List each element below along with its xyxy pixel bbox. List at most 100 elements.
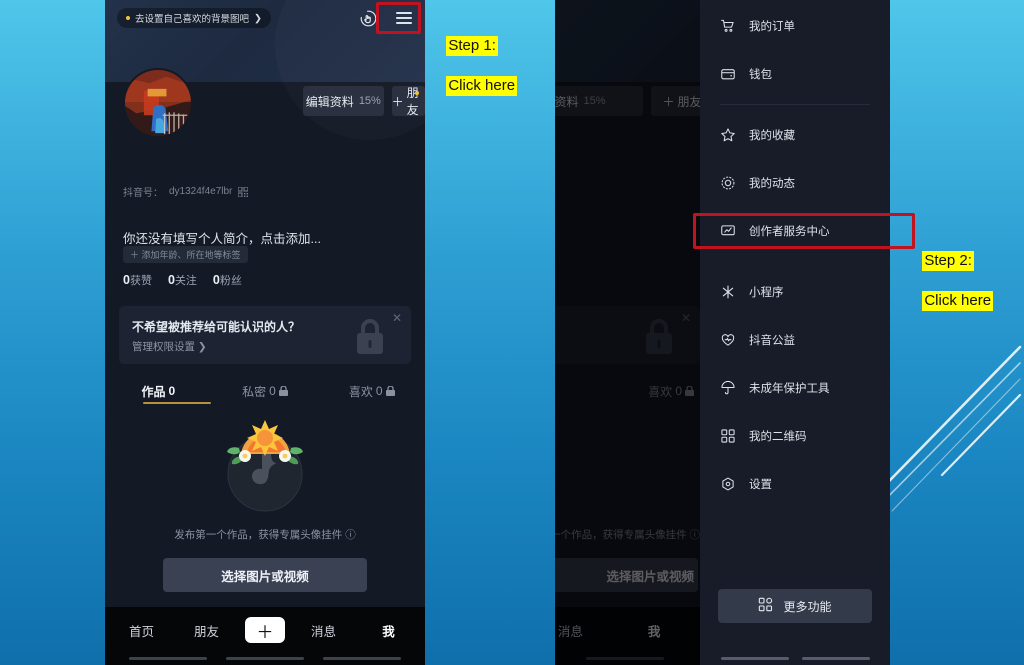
miniapp-icon <box>720 284 736 300</box>
tab-private[interactable]: 私密 0 <box>212 378 319 404</box>
chevron-right-icon: ❯ <box>254 12 262 24</box>
step2-line2: Click here <box>922 291 994 311</box>
tabbar-friends[interactable]: 朋友 <box>174 621 239 652</box>
profile-action-buttons: 编辑资料 15% ＋ 朋友 <box>105 86 425 117</box>
tab-active-indicator <box>143 402 211 404</box>
menu-item-label: 我的二维码 <box>749 431 807 443</box>
privacy-banner: 不希望被推荐给可能认识的人？ 管理权限设置 ❯ ✕ <box>119 306 411 364</box>
profile-stats: 0获赞 0关注 0粉丝 <box>123 272 242 288</box>
stat-following-value: 0 <box>167 273 175 287</box>
monitor-icon <box>720 223 736 239</box>
stat-likes-label: 获赞 <box>129 275 152 287</box>
menu-item-label: 小程序 <box>749 287 784 299</box>
menu-item-label: 未成年保护工具 <box>749 383 830 395</box>
add-friend-button[interactable]: ＋ 朋友 <box>391 86 425 117</box>
stat-followers-value: 0 <box>212 273 220 287</box>
more-features-wrapper: 更多功能 <box>718 589 872 623</box>
qrcode-icon <box>720 428 736 444</box>
hand-pointer-icon[interactable] <box>357 7 379 29</box>
step2-annotation: Step 2: Click here <box>914 231 994 311</box>
star-icon <box>720 127 736 143</box>
stat-followers-label: 粉丝 <box>219 275 242 287</box>
menu-item-creator-service-center[interactable]: 创作者服务中心 <box>700 207 890 255</box>
tabbar-me[interactable]: 我 <box>356 621 421 652</box>
menu-item-label: 抖音公益 <box>749 335 795 347</box>
more-features-label: 更多功能 <box>783 599 832 614</box>
lock-icon <box>385 386 395 396</box>
menu-item-minor-protection[interactable]: 未成年保护工具 <box>700 364 890 412</box>
tab-liked-label: 喜欢 <box>348 384 373 399</box>
chip-dot-icon <box>126 16 130 20</box>
privacy-banner-link-label: 管理权限设置 <box>132 341 195 353</box>
chevron-right-icon: ❯ <box>197 341 207 353</box>
side-drawer-menu: 我的订单 钱包 我的收藏 我的动态 创作者服务中心 小程序 抖音公益 未成年保护… <box>700 0 890 665</box>
tabbar-messages[interactable]: 消息 <box>291 621 356 652</box>
stat-likes[interactable]: 0获赞 <box>123 272 152 288</box>
tab-works-count: 0 <box>168 384 176 398</box>
close-icon[interactable]: ✕ <box>392 311 402 325</box>
menu-item-douyin-charity[interactable]: 抖音公益 <box>700 316 890 364</box>
menu-item-my-activity[interactable]: 我的动态 <box>700 159 890 207</box>
add-friend-label: 朋友 <box>406 86 419 117</box>
tab-liked-count: 0 <box>375 384 383 398</box>
bio-placeholder[interactable]: 你还没有填写个人简介，点击添加... <box>123 228 321 247</box>
douyin-id-value: dy1324f4e7lbr <box>169 186 233 197</box>
lock-icon <box>278 386 288 396</box>
set-background-chip[interactable]: 去设置自己喜欢的背景图吧 ❯ <box>117 8 271 28</box>
empty-state-text: 发布第一个作品，获得专属头像挂件 ⓘ <box>174 529 356 541</box>
stat-likes-value: 0 <box>123 273 130 287</box>
menu-item-label: 设置 <box>749 479 772 491</box>
privacy-banner-link[interactable]: 管理权限设置 ❯ <box>132 339 207 354</box>
cart-icon <box>720 18 736 34</box>
lock-icon <box>357 319 383 354</box>
tabbar-home[interactable]: 首页 <box>109 621 174 652</box>
stat-following-label: 关注 <box>174 275 197 287</box>
menu-item-settings[interactable]: 设置 <box>700 460 890 508</box>
edit-profile-button[interactable]: 编辑资料 15% <box>303 86 384 116</box>
menu-item-label: 我的动态 <box>749 178 795 190</box>
add-tags-button[interactable]: ＋ 添加年龄、所在地等标签 <box>123 246 248 263</box>
tab-private-label: 私密 <box>242 384 267 399</box>
empty-state-illustration <box>227 420 303 512</box>
heart-icon <box>720 332 736 348</box>
settings-icon <box>720 476 736 492</box>
wallet-icon <box>720 66 736 82</box>
bottom-tabbar: 首页 朋友 ＋ 消息 我 <box>105 607 425 665</box>
step1-line1: Step 1: <box>446 36 498 56</box>
menu-item-my-qr-code[interactable]: 我的二维码 <box>700 412 890 460</box>
cover-action-icons <box>357 7 415 29</box>
tab-liked[interactable]: 喜欢 0 <box>318 378 425 404</box>
content-tabs: 作品 0 私密 0 喜欢 0 <box>105 378 425 404</box>
menu-item-wallet[interactable]: 钱包 <box>700 50 890 98</box>
menu-item-my-orders[interactable]: 我的订单 <box>700 2 890 50</box>
douyin-id-row[interactable]: 抖音号： dy1324f4e7lbr <box>123 184 249 199</box>
menu-item-label: 钱包 <box>749 69 772 81</box>
edit-profile-label: 编辑资料 <box>305 94 354 109</box>
activity-icon <box>720 175 736 191</box>
menu-item-label: 我的订单 <box>749 21 795 33</box>
edit-profile-percent: 15% <box>358 95 381 107</box>
tab-private-count: 0 <box>269 384 276 398</box>
notification-badge <box>415 91 419 95</box>
tab-works-label: 作品 <box>141 384 166 399</box>
set-background-label: 去设置自己喜欢的背景图吧 <box>135 14 250 25</box>
menu-divider <box>720 104 870 105</box>
menu-item-mini-programs[interactable]: 小程序 <box>700 268 890 316</box>
plus-icon: ＋ <box>391 94 404 109</box>
profile-screen: 去设置自己喜欢的背景图吧 ❯ 编辑资料 15% ＋ 朋友 抖音号： dy1324… <box>105 0 425 665</box>
tab-works[interactable]: 作品 0 <box>105 378 212 404</box>
stat-followers[interactable]: 0粉丝 <box>213 272 242 288</box>
privacy-banner-title: 不希望被推荐给可能认识的人？ <box>132 320 301 334</box>
menu-item-label: 我的收藏 <box>749 130 795 142</box>
menu-item-my-favorites[interactable]: 我的收藏 <box>700 111 890 159</box>
umbrella-icon <box>720 380 736 396</box>
stat-following[interactable]: 0关注 <box>168 272 197 288</box>
pick-media-button[interactable]: 选择图片或视频 <box>163 558 367 592</box>
qrcode-icon <box>238 186 249 197</box>
step1-line2: Click here <box>446 76 518 96</box>
hamburger-menu-button[interactable] <box>393 7 415 29</box>
hamburger-icon <box>396 12 412 24</box>
more-features-button[interactable]: 更多功能 <box>718 589 872 623</box>
tabbar-create-button[interactable]: ＋ <box>241 617 289 643</box>
douyin-id-label: 抖音号： <box>123 188 163 199</box>
